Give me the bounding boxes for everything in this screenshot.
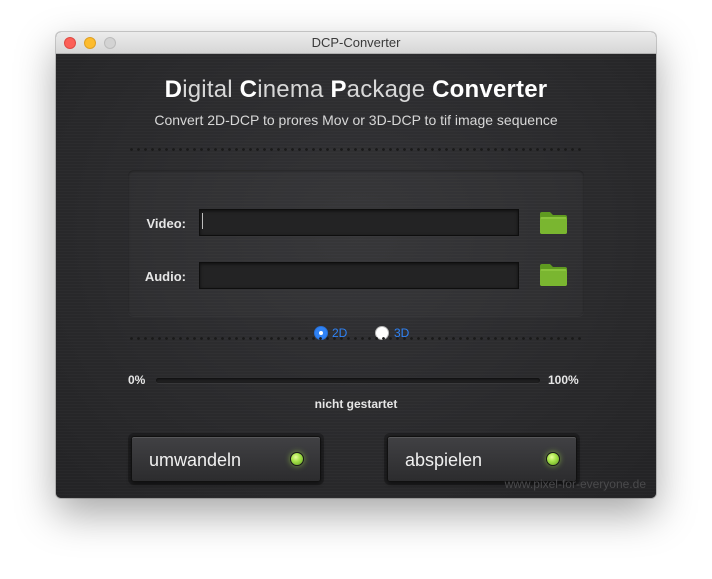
app-window: DCP-Converter Digital Cinema Package Con…: [56, 32, 656, 498]
title-initial-p: P: [330, 76, 347, 103]
file-input-panel: [128, 170, 584, 316]
folder-icon[interactable]: [539, 210, 568, 235]
status-led-icon: [290, 452, 304, 466]
title-initial-c: C: [239, 76, 258, 103]
title-part-cinema: inema: [257, 76, 331, 103]
text-cursor: [202, 213, 203, 229]
video-path-input[interactable]: [199, 209, 519, 236]
dotted-divider-top: [128, 148, 584, 151]
folder-icon[interactable]: [539, 262, 568, 287]
status-text: nicht gestartet: [314, 397, 398, 411]
watermark: www.pixel-for-everyone.de: [504, 477, 646, 491]
page-subtitle: Convert 2D-DCP to prores Mov or 3D-DCP t…: [154, 112, 558, 128]
video-field-label: Video:: [146, 216, 187, 231]
progress-max-label: 100%: [548, 373, 579, 387]
title-initial-d: D: [164, 76, 183, 103]
title-part-converter: Converter: [432, 76, 548, 103]
main-content: Digital Cinema Package Converter Convert…: [56, 54, 656, 498]
convert-button[interactable]: umwandeln: [131, 436, 321, 482]
title-bar[interactable]: DCP-Converter: [56, 32, 656, 54]
status-led-icon: [546, 452, 560, 466]
play-button-label: abspielen: [405, 450, 483, 470]
audio-field-label: Audio:: [144, 269, 186, 284]
progress-bar: [156, 378, 540, 383]
audio-path-input[interactable]: [199, 262, 519, 289]
play-button[interactable]: abspielen: [387, 436, 577, 482]
convert-button-label: umwandeln: [149, 450, 242, 470]
page-title: Digital Cinema Package Converter: [56, 76, 656, 104]
window-title: DCP-Converter: [311, 35, 401, 50]
dotted-divider-bottom: [128, 337, 584, 340]
title-part-package: ackage: [346, 76, 433, 103]
progress-min-label: 0%: [128, 373, 146, 387]
title-part-digital: igital: [182, 76, 240, 103]
